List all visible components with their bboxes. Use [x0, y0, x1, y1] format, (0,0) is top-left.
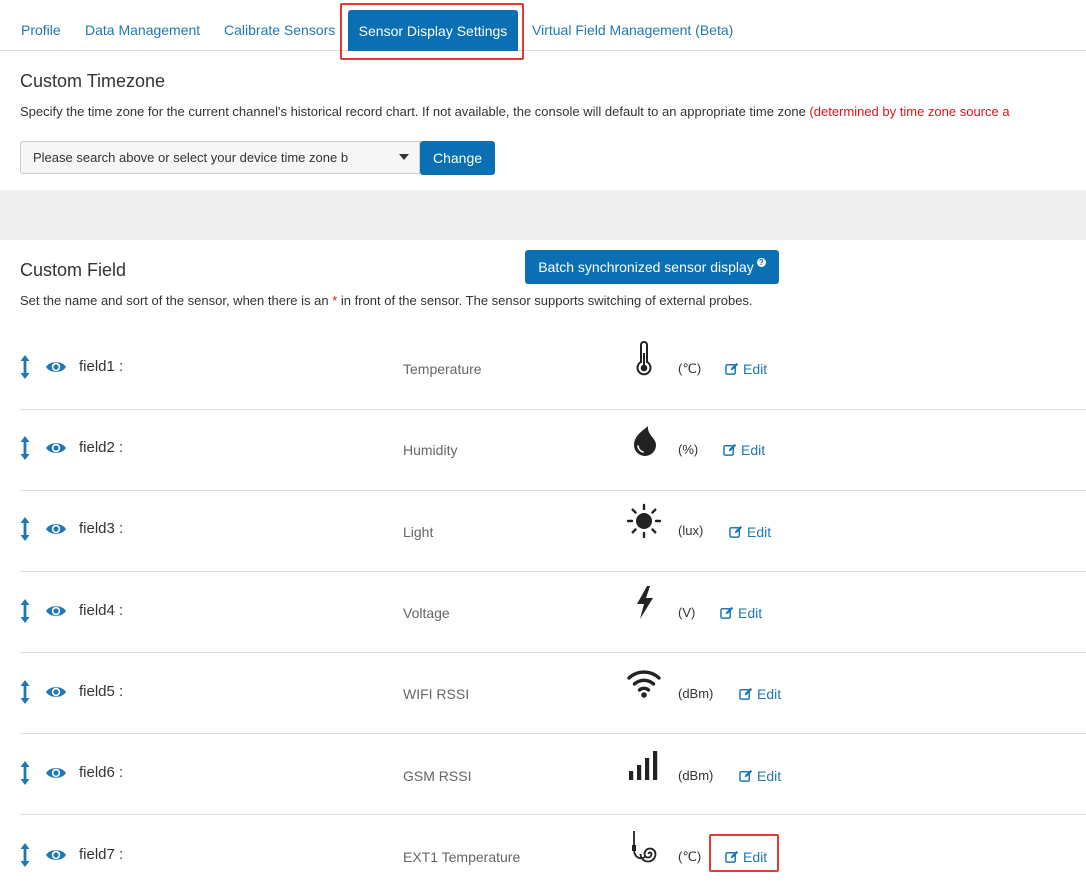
eye-icon[interactable]: [45, 765, 67, 781]
edit-button[interactable]: Edit: [723, 442, 765, 458]
tab-virtual-field-management[interactable]: Virtual Field Management (Beta): [532, 22, 733, 38]
field-name: field3 :: [79, 520, 124, 537]
eye-icon[interactable]: [45, 847, 67, 863]
probe-icon: [632, 831, 657, 863]
sensor-label: Humidity: [403, 442, 458, 458]
field-row: field3 : Light (lux) Edit: [20, 491, 1086, 572]
change-timezone-button[interactable]: Change: [420, 141, 495, 175]
tab-profile[interactable]: Profile: [21, 22, 61, 38]
sensor-label: WIFI RSSI: [403, 686, 470, 702]
caret-down-icon: [399, 154, 409, 160]
eye-icon[interactable]: [45, 684, 67, 700]
unit-label: (℃): [678, 361, 702, 376]
sensor-label: Voltage: [403, 605, 450, 621]
sensor-label: Temperature: [403, 361, 482, 377]
edit-button[interactable]: Edit: [739, 768, 781, 784]
edit-label: Edit: [757, 768, 782, 784]
sensor-label: EXT1 Temperature: [403, 849, 521, 865]
drag-handle-icon[interactable]: [20, 599, 30, 623]
field-row: field2 : Humidity (%) Edit: [20, 410, 1086, 491]
field-name: field6 :: [79, 764, 124, 781]
timezone-select-value: Please search above or select your devic…: [33, 150, 349, 165]
water-drop-icon: [634, 426, 656, 456]
custom-field-description-suffix: in front of the sensor. The sensor suppo…: [337, 293, 753, 308]
eye-icon[interactable]: [45, 359, 67, 375]
timezone-select[interactable]: Please search above or select your devic…: [20, 141, 420, 174]
edit-button[interactable]: Edit: [739, 686, 781, 702]
edit-label: Edit: [738, 605, 763, 621]
field-row: field4 : Voltage (V) Edit: [20, 572, 1086, 653]
section-divider: [0, 190, 1086, 240]
batch-sync-button[interactable]: Batch synchronized sensor display ?: [525, 250, 779, 284]
eye-icon[interactable]: [45, 521, 67, 537]
unit-label: (%): [678, 442, 699, 457]
custom-field-description: Set the name and sort of the sensor, whe…: [20, 293, 753, 308]
sun-icon: [626, 503, 662, 539]
sensor-label: GSM RSSI: [403, 768, 472, 784]
edit-icon: [739, 687, 753, 700]
sensor-label: Light: [403, 524, 434, 540]
lightning-bolt-icon: [637, 586, 653, 619]
drag-handle-icon[interactable]: [20, 355, 30, 379]
thermometer-icon: [636, 341, 652, 376]
signal-bars-icon: [629, 751, 658, 780]
field-name: field1 :: [79, 358, 124, 375]
edit-icon: [720, 606, 734, 619]
drag-handle-icon[interactable]: [20, 761, 30, 785]
edit-button[interactable]: Edit: [720, 605, 762, 621]
edit-icon: [725, 362, 739, 375]
edit-label: Edit: [757, 686, 782, 702]
drag-handle-icon[interactable]: [20, 517, 30, 541]
edit-label: Edit: [743, 361, 768, 377]
field-name: field4 :: [79, 602, 124, 619]
edit-icon: [725, 850, 739, 863]
eye-icon[interactable]: [45, 440, 67, 456]
edit-button[interactable]: Edit: [725, 849, 767, 865]
field-name: field5 :: [79, 683, 124, 700]
edit-label: Edit: [747, 524, 772, 540]
field-row: field5 : WIFI RSSI (dBm) Edit: [20, 653, 1086, 734]
edit-icon: [739, 769, 753, 782]
field-row: field6 : GSM RSSI (dBm) Edit: [20, 734, 1086, 815]
custom-field-title: Custom Field: [20, 260, 127, 280]
unit-label: (℃): [678, 849, 702, 864]
edit-button[interactable]: Edit: [725, 361, 767, 377]
tab-data-management[interactable]: Data Management: [85, 22, 200, 38]
help-icon[interactable]: ?: [756, 257, 766, 267]
timezone-description-text: Specify the time zone for the current ch…: [20, 104, 806, 119]
tab-sensor-display-settings[interactable]: Sensor Display Settings: [348, 10, 518, 51]
batch-sync-label: Batch synchronized sensor display: [538, 259, 754, 275]
timezone-title: Custom Timezone: [20, 71, 166, 91]
edit-label: Edit: [741, 442, 766, 458]
timezone-description-note: (determined by time zone source a: [809, 104, 1010, 119]
edit-icon: [729, 525, 743, 538]
field-name: field2 :: [79, 439, 124, 456]
edit-label: Edit: [743, 849, 768, 865]
tab-calibrate-sensors[interactable]: Calibrate Sensors: [224, 22, 335, 38]
unit-label: (dBm): [678, 686, 714, 701]
unit-label: (dBm): [678, 768, 714, 783]
custom-field-description-prefix: Set the name and sort of the sensor, whe…: [20, 293, 333, 308]
edit-icon: [723, 443, 737, 456]
unit-label: (V): [678, 605, 696, 620]
tab-bar: Profile Data Management Calibrate Sensor…: [0, 0, 1086, 51]
field-row: field7 : EXT1 Temperature (℃) Edit: [20, 815, 1086, 890]
edit-button[interactable]: Edit: [729, 524, 771, 540]
field-row: field1 : Temperature (℃) Edit: [20, 329, 1086, 410]
unit-label: (lux): [678, 523, 704, 538]
drag-handle-icon[interactable]: [20, 680, 30, 704]
wifi-icon: [627, 670, 661, 698]
eye-icon[interactable]: [45, 603, 67, 619]
drag-handle-icon[interactable]: [20, 843, 30, 867]
timezone-description: Specify the time zone for the current ch…: [20, 104, 1010, 119]
field-name: field7 :: [79, 846, 124, 863]
drag-handle-icon[interactable]: [20, 436, 30, 460]
